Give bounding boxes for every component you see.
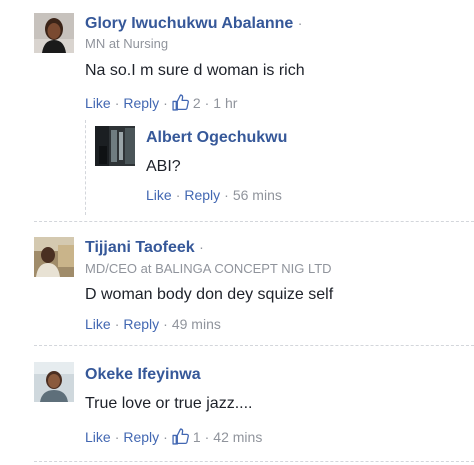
comment-text: True love or true jazz.... [85, 395, 253, 412]
separator-dot: · [163, 94, 168, 111]
comment-text: Na so.I m sure d woman is rich [85, 62, 305, 79]
separator-dot: · [114, 94, 120, 111]
comment-author[interactable]: Okeke Ifeyinwa [85, 366, 201, 384]
reply-link[interactable]: Reply [123, 316, 159, 332]
separator-dot: · [163, 428, 168, 445]
avatar[interactable] [34, 237, 74, 277]
avatar[interactable] [95, 126, 135, 166]
reply-link[interactable]: Reply [123, 95, 159, 111]
separator-dot: · [163, 316, 168, 332]
author-name[interactable]: Glory Iwuchukwu Abalanne [85, 15, 293, 32]
comment-author[interactable]: Albert Ogechukwu [146, 129, 287, 147]
comment-divider [34, 221, 474, 222]
avatar-image [34, 237, 74, 277]
timestamp[interactable]: 49 mins [172, 316, 221, 332]
separator-dot: · [204, 94, 210, 111]
comment-actions: Like · Reply · 49 mins [85, 316, 221, 332]
avatar[interactable] [34, 13, 74, 53]
separator-dot: · [114, 428, 120, 445]
author-subtitle: MD/CEO at BALINGA CONCEPT NIG LTD [85, 261, 332, 276]
reply-link[interactable]: Reply [123, 429, 159, 445]
author-subtitle: MN at Nursing [85, 36, 169, 51]
thumbs-up-icon[interactable] [172, 94, 189, 111]
separator-dot: · [297, 15, 303, 31]
separator-dot: · [114, 316, 120, 332]
like-link[interactable]: Like [85, 429, 111, 445]
like-count[interactable]: 2 [193, 95, 201, 111]
comment-actions: Like · Reply · 2 · 1 hr [85, 94, 237, 111]
avatar-image [95, 126, 135, 166]
comment-actions: Like · Reply · 1 · 42 mins [85, 428, 262, 445]
timestamp[interactable]: 56 mins [233, 187, 282, 203]
comment-text: ABI? [146, 158, 181, 175]
separator-dot: · [204, 428, 210, 445]
like-link[interactable]: Like [146, 187, 172, 203]
avatar[interactable] [34, 362, 74, 402]
avatar-image [34, 13, 74, 53]
separator-dot: · [199, 239, 204, 255]
comment-author[interactable]: Tijjani Taofeek · [85, 239, 204, 257]
separator-dot: · [224, 187, 229, 203]
reply-thread-rail [85, 120, 86, 215]
timestamp[interactable]: 42 mins [213, 429, 262, 445]
comment-divider [34, 345, 474, 346]
comment-divider [34, 461, 474, 462]
like-link[interactable]: Like [85, 95, 111, 111]
thumbs-up-icon[interactable] [172, 428, 189, 445]
reply-link[interactable]: Reply [184, 187, 220, 203]
comment-text: D woman body don dey squize self [85, 286, 334, 303]
like-count[interactable]: 1 [193, 429, 201, 445]
comment-author[interactable]: Glory Iwuchukwu Abalanne · [85, 15, 302, 33]
author-name[interactable]: Tijjani Taofeek [85, 239, 195, 256]
comment-actions: Like · Reply · 56 mins [146, 187, 282, 203]
timestamp[interactable]: 1 hr [213, 95, 237, 111]
avatar-image [34, 362, 74, 402]
separator-dot: · [175, 187, 181, 203]
like-link[interactable]: Like [85, 316, 111, 332]
